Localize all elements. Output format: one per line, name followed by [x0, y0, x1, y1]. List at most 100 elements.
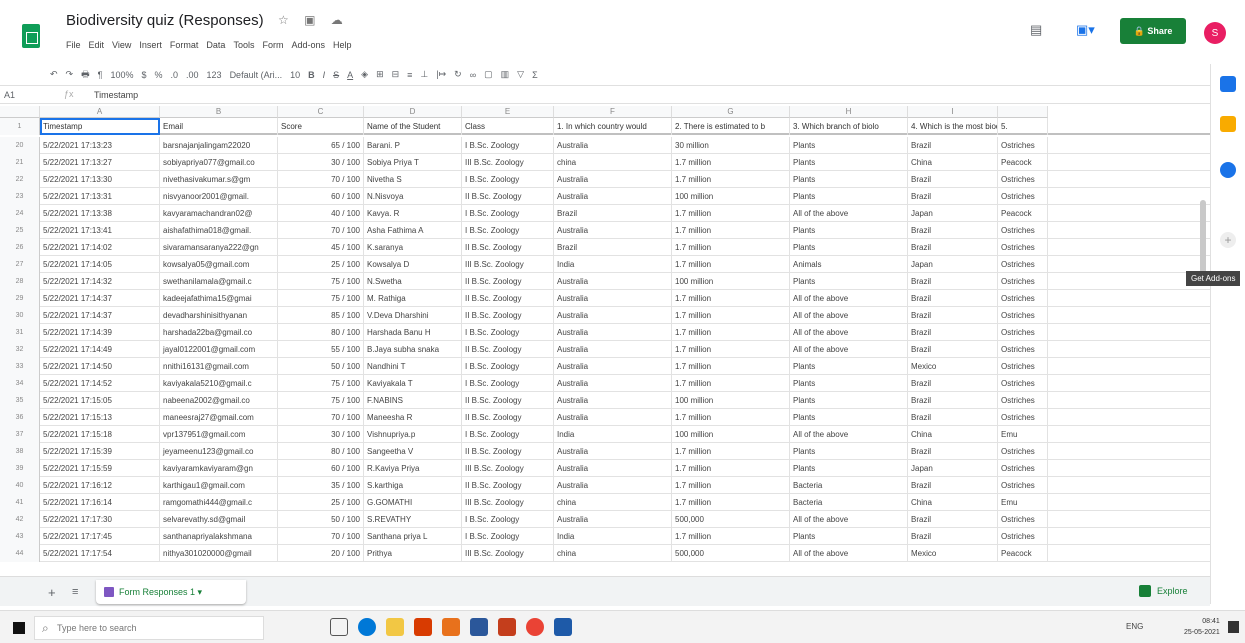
row-number[interactable]: 21	[0, 154, 40, 171]
row-number[interactable]: 24	[0, 205, 40, 222]
filter-icon[interactable]: ▽	[517, 69, 524, 80]
table-cell[interactable]: 30 / 100	[278, 426, 364, 443]
table-cell[interactable]: Ostriches	[998, 358, 1048, 375]
table-cell[interactable]: Plants	[790, 392, 908, 409]
menu-tools[interactable]: Tools	[233, 39, 254, 51]
table-cell[interactable]: 5/22/2021 17:16:12	[40, 477, 160, 494]
table-cell[interactable]: China	[908, 154, 998, 171]
table-cell[interactable]: nabeena2002@gmail.co	[160, 392, 278, 409]
table-cell[interactable]: II B.Sc. Zoology	[462, 307, 554, 324]
table-cell[interactable]: 25 / 100	[278, 256, 364, 273]
table-cell[interactable]: devadharshinisithyanan	[160, 307, 278, 324]
table-cell[interactable]: All of the above	[790, 307, 908, 324]
tray-language[interactable]: ENG	[1126, 622, 1143, 631]
table-cell[interactable]: kaviyaramkaviyaram@gn	[160, 460, 278, 477]
photos-icon[interactable]	[554, 618, 572, 636]
more-formats-button[interactable]: 123	[207, 70, 222, 80]
table-cell[interactable]: Ostriches	[998, 511, 1048, 528]
menu-data[interactable]: Data	[206, 39, 225, 51]
font-select[interactable]: Default (Ari...	[230, 70, 283, 80]
table-cell[interactable]: Australia	[554, 443, 672, 460]
table-cell[interactable]: Ostriches	[998, 392, 1048, 409]
table-cell[interactable]: II B.Sc. Zoology	[462, 392, 554, 409]
table-cell[interactable]: I B.Sc. Zoology	[462, 205, 554, 222]
fill-color-icon[interactable]: ◈	[361, 69, 368, 80]
table-cell[interactable]: 70 / 100	[278, 222, 364, 239]
table-cell[interactable]: Ostriches	[998, 477, 1048, 494]
row-number[interactable]: 26	[0, 239, 40, 256]
zoom-select[interactable]: 100%	[110, 70, 133, 80]
notification-icon[interactable]	[1228, 621, 1239, 633]
table-cell[interactable]: 75 / 100	[278, 273, 364, 290]
header-cell[interactable]: Class	[462, 118, 554, 135]
menu-addons[interactable]: Add-ons	[291, 39, 325, 51]
menu-edit[interactable]: Edit	[89, 39, 105, 51]
table-cell[interactable]: All of the above	[790, 290, 908, 307]
row-number[interactable]: 25	[0, 222, 40, 239]
table-cell[interactable]: Kaviyakala T	[364, 375, 462, 392]
table-cell[interactable]: 1.7 million	[672, 154, 790, 171]
table-cell[interactable]: Brazil	[908, 341, 998, 358]
percent-button[interactable]: %	[154, 70, 162, 80]
clock[interactable]: 08:41 25-05-2021	[1184, 616, 1220, 638]
table-cell[interactable]: 5/22/2021 17:13:31	[40, 188, 160, 205]
table-cell[interactable]: 45 / 100	[278, 239, 364, 256]
table-cell[interactable]: Plants	[790, 171, 908, 188]
table-cell[interactable]: G.GOMATHI	[364, 494, 462, 511]
table-cell[interactable]: Mexico	[908, 358, 998, 375]
table-cell[interactable]: 85 / 100	[278, 307, 364, 324]
table-cell[interactable]: Australia	[554, 409, 672, 426]
row-number[interactable]: 36	[0, 409, 40, 426]
table-cell[interactable]: 5/22/2021 17:13:23	[40, 137, 160, 154]
document-title[interactable]: Biodiversity quiz (Responses)	[66, 12, 264, 29]
table-cell[interactable]: kowsalya05@gmail.com	[160, 256, 278, 273]
table-cell[interactable]: 1.7 million	[672, 341, 790, 358]
row-number[interactable]: 37	[0, 426, 40, 443]
table-cell[interactable]: Emu	[998, 494, 1048, 511]
table-cell[interactable]: Kavya. R	[364, 205, 462, 222]
column-header[interactable]: H	[790, 106, 908, 118]
table-cell[interactable]: 70 / 100	[278, 171, 364, 188]
header-cell[interactable]: Timestamp	[40, 118, 160, 135]
table-cell[interactable]: barsnajanjalingam22020	[160, 137, 278, 154]
table-cell[interactable]: Ostriches	[998, 137, 1048, 154]
table-cell[interactable]: aishafathima018@gmail.	[160, 222, 278, 239]
table-cell[interactable]: III B.Sc. Zoology	[462, 256, 554, 273]
table-cell[interactable]: santhanapriyalakshmana	[160, 528, 278, 545]
column-header[interactable]: D	[364, 106, 462, 118]
office-icon[interactable]	[414, 618, 432, 636]
table-cell[interactable]: 5/22/2021 17:17:54	[40, 545, 160, 562]
taskbar-search[interactable]: Type here to search	[34, 616, 264, 640]
table-cell[interactable]: 1.7 million	[672, 256, 790, 273]
table-cell[interactable]: Sobiya Priya T	[364, 154, 462, 171]
table-cell[interactable]: I B.Sc. Zoology	[462, 426, 554, 443]
table-cell[interactable]: I B.Sc. Zoology	[462, 528, 554, 545]
table-cell[interactable]: S.karthiga	[364, 477, 462, 494]
table-cell[interactable]: jayal0122001@gmail.com	[160, 341, 278, 358]
column-header[interactable]: E	[462, 106, 554, 118]
table-cell[interactable]: Australia	[554, 375, 672, 392]
table-cell[interactable]: 80 / 100	[278, 443, 364, 460]
decrease-decimal-button[interactable]: .0	[171, 70, 179, 80]
wrap-icon[interactable]: |↦	[436, 69, 446, 80]
table-cell[interactable]: Mexico	[908, 545, 998, 562]
row-number[interactable]: 44	[0, 545, 40, 562]
bold-icon[interactable]: B	[308, 70, 315, 80]
table-cell[interactable]: 5/22/2021 17:14:39	[40, 324, 160, 341]
table-cell[interactable]: I B.Sc. Zoology	[462, 358, 554, 375]
table-cell[interactable]: Australia	[554, 171, 672, 188]
rotate-icon[interactable]: ↻	[454, 69, 462, 80]
menu-view[interactable]: View	[112, 39, 131, 51]
table-cell[interactable]: 5/22/2021 17:13:41	[40, 222, 160, 239]
table-cell[interactable]: 70 / 100	[278, 528, 364, 545]
header-cell[interactable]: 2. There is estimated to b	[672, 118, 790, 135]
table-cell[interactable]: 100 million	[672, 392, 790, 409]
table-cell[interactable]: 500,000	[672, 545, 790, 562]
table-cell[interactable]: Peacock	[998, 545, 1048, 562]
table-cell[interactable]: Brazil	[554, 239, 672, 256]
row-number[interactable]: 33	[0, 358, 40, 375]
table-cell[interactable]: 1.7 million	[672, 307, 790, 324]
table-cell[interactable]: Plants	[790, 188, 908, 205]
table-cell[interactable]: 5/22/2021 17:15:05	[40, 392, 160, 409]
table-cell[interactable]: Australia	[554, 324, 672, 341]
